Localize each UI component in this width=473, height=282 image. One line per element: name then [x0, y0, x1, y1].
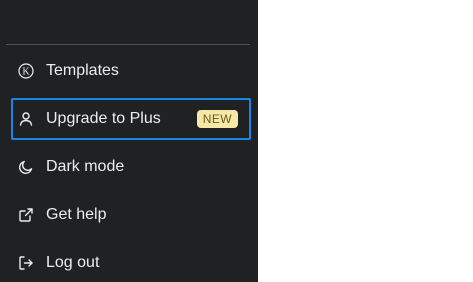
menu-item-upgrade[interactable]: Upgrade to Plus NEW	[11, 98, 251, 140]
svg-text:K: K	[22, 67, 30, 78]
new-badge: NEW	[196, 110, 238, 128]
menu-item-dark-mode[interactable]: Dark mode	[12, 147, 250, 187]
k-circle-icon: K	[18, 63, 34, 79]
menu-item-label: Templates	[46, 62, 119, 79]
moon-icon	[18, 159, 34, 175]
logout-icon	[18, 255, 34, 271]
external-link-icon	[18, 207, 34, 223]
menu-item-label: Get help	[46, 206, 107, 223]
menu-item-get-help[interactable]: Get help	[12, 195, 250, 235]
menu-item-templates[interactable]: K Templates	[12, 51, 250, 91]
menu-item-label: Upgrade to Plus	[46, 110, 161, 127]
app-root: K Templates Upgrade to Plus NEW Dark mod…	[0, 0, 473, 282]
user-icon	[18, 111, 34, 127]
menu-item-label: Log out	[46, 254, 100, 271]
menu-item-log-out[interactable]: Log out	[12, 243, 250, 282]
menu-divider	[6, 44, 250, 45]
user-menu: K Templates Upgrade to Plus NEW Dark mod…	[0, 0, 258, 282]
menu-item-label: Dark mode	[46, 158, 125, 175]
